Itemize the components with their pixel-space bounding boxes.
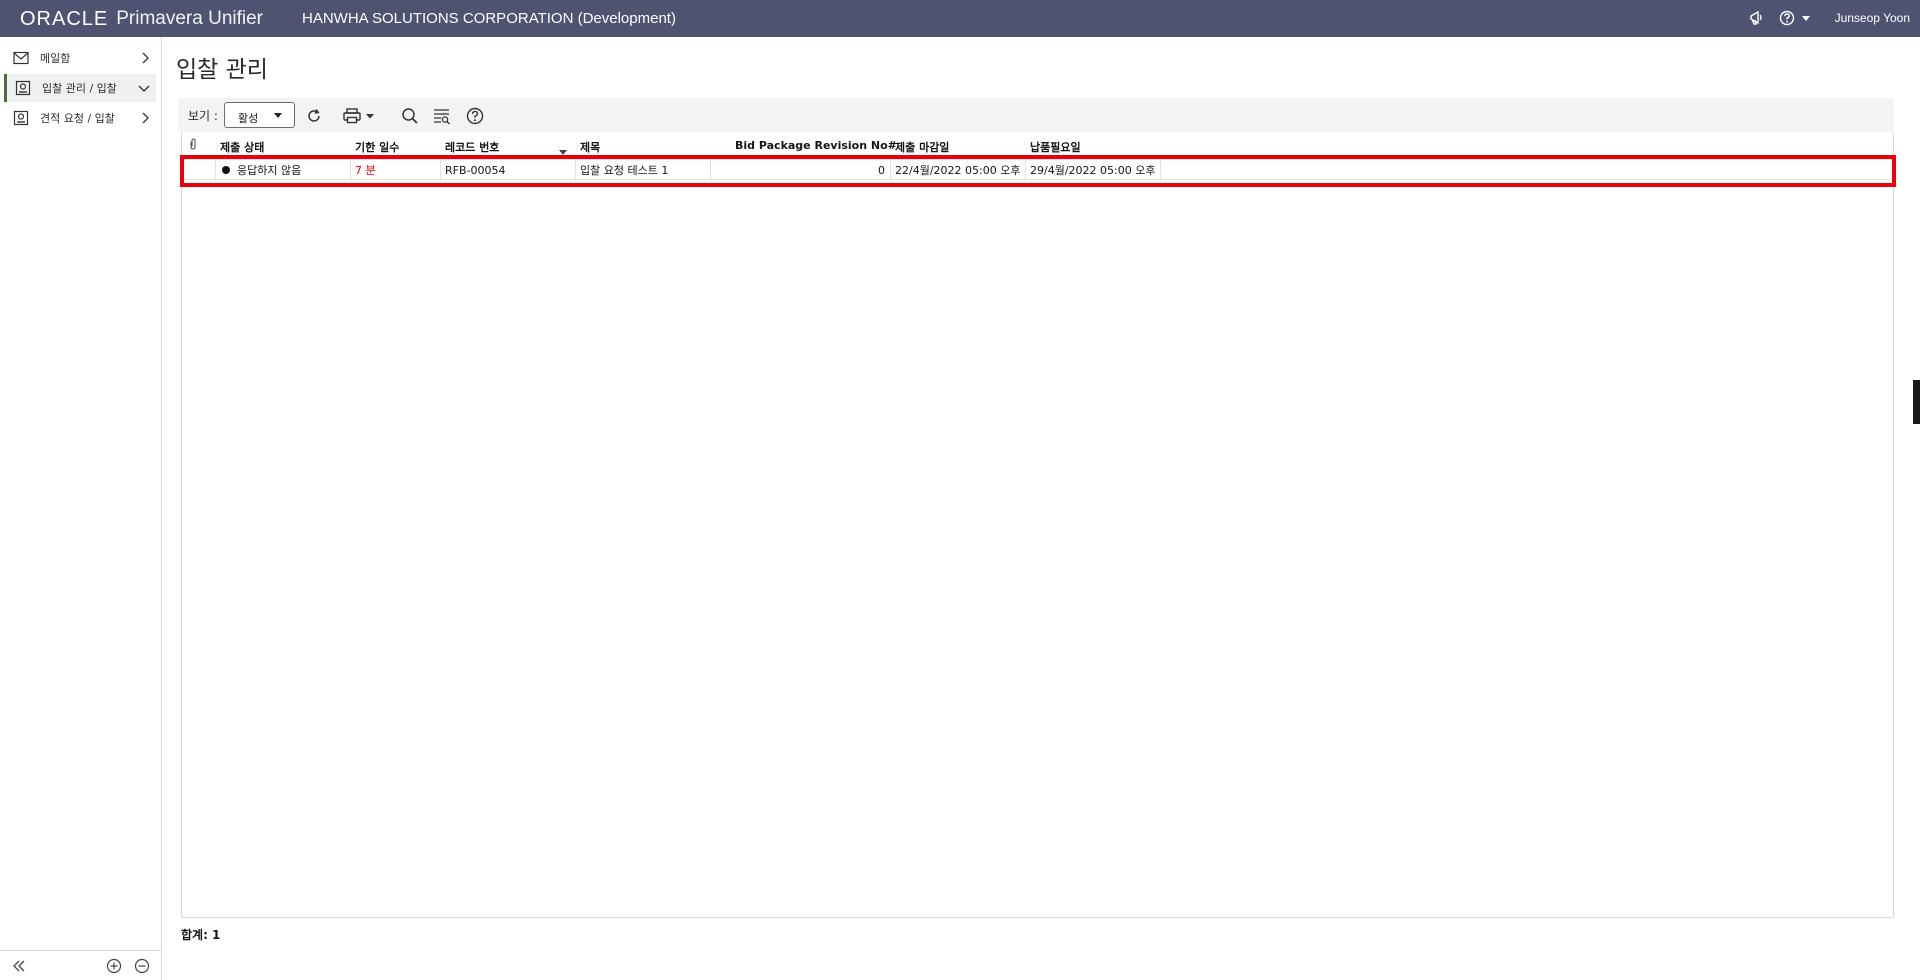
view-label: 보기 : — [188, 109, 218, 123]
bid-icon — [14, 79, 32, 97]
side-panel-tab[interactable] — [1913, 380, 1920, 424]
nav-footer — [0, 950, 162, 980]
deadline-cell: 22/4월/2022 05:00 오후 — [891, 160, 1026, 181]
days-cell: 7 분 — [351, 160, 441, 181]
announcement-icon[interactable] — [1745, 6, 1769, 30]
sidebar-item-mailbox[interactable]: 메일함 — [5, 44, 157, 72]
chevron-right-icon — [142, 112, 149, 124]
title-cell: 입찰 요청 테스트 1 — [576, 160, 711, 181]
left-navigation: 메일함 입찰 관리 / 입찰 견적 요청 / 입찰 — [0, 37, 162, 980]
mail-icon — [12, 49, 30, 67]
search-icon[interactable] — [400, 106, 420, 126]
status-dot-icon — [222, 166, 230, 174]
column-header-revision[interactable]: Bid Package Revision No# — [735, 139, 897, 152]
column-header-record[interactable]: 레코드 번호 — [445, 139, 499, 155]
sidebar-item-label: 메일함 — [40, 52, 71, 65]
status-text: 응답하지 않음 — [237, 164, 302, 177]
sidebar-item-label: 견적 요청 / 입찰 — [40, 112, 115, 125]
expand-all-icon[interactable] — [106, 958, 122, 974]
sidebar-item-quote-request[interactable]: 견적 요청 / 입찰 — [5, 104, 157, 132]
bid-grid: 제출 상태 기한 일수 레코드 번호 제목 Bid Package Revisi… — [181, 133, 1895, 918]
chevron-right-icon — [142, 52, 149, 64]
company-name: HANWHA SOLUTIONS CORPORATION (Developmen… — [302, 10, 676, 27]
column-header-deadline[interactable]: 제출 마감일 — [895, 139, 949, 155]
brand-product: Primavera Unifier — [116, 8, 264, 29]
table-row[interactable]: 응답하지 않음 7 분 RFB-00054 입찰 요청 테스트 1 0 22/4… — [182, 159, 1895, 181]
top-bar: ORACLE Primavera Unifier HANWHA SOLUTION… — [0, 0, 1920, 37]
view-select[interactable]: 활성 — [224, 102, 295, 128]
oracle-logo: ORACLE Primavera Unifier — [20, 8, 263, 30]
quote-icon — [12, 109, 30, 127]
collapse-all-icon[interactable] — [134, 958, 150, 974]
caret-down-icon — [274, 113, 282, 118]
collapse-left-icon[interactable] — [11, 958, 27, 974]
delivery-cell: 29/4월/2022 05:00 오후 — [1026, 160, 1161, 181]
sidebar-item-bid-management[interactable]: 입찰 관리 / 입찰 — [4, 74, 156, 102]
chevron-down-icon — [138, 85, 150, 92]
attachment-icon — [190, 138, 196, 150]
help-menu-icon[interactable] — [1777, 6, 1815, 30]
sort-descending-icon[interactable] — [559, 150, 567, 155]
status-cell: 응답하지 않음 — [216, 160, 351, 181]
page-title: 입찰 관리 — [176, 57, 268, 83]
toolbar: 보기 : 활성 — [178, 98, 1894, 132]
help-icon[interactable] — [465, 106, 485, 126]
view-select-value: 활성 — [238, 112, 259, 125]
brand-oracle: ORACLE — [20, 7, 109, 30]
column-header-days[interactable]: 기한 일수 — [355, 139, 399, 155]
column-header-delivery[interactable]: 납품필요일 — [1030, 139, 1081, 155]
column-header-status[interactable]: 제출 상태 — [220, 139, 264, 155]
total-count: 합계: 1 — [181, 928, 221, 942]
sidebar-item-label: 입찰 관리 / 입찰 — [42, 82, 117, 95]
user-name[interactable]: Junseop Yoon — [1835, 11, 1910, 25]
revision-cell: 0 — [711, 160, 891, 181]
column-header-title[interactable]: 제목 — [580, 139, 600, 155]
print-menu-icon[interactable] — [342, 106, 382, 126]
find-on-page-icon[interactable] — [432, 106, 452, 126]
record-number-cell[interactable]: RFB-00054 — [441, 160, 576, 181]
attachment-cell — [182, 160, 216, 181]
refresh-icon[interactable] — [304, 106, 324, 126]
